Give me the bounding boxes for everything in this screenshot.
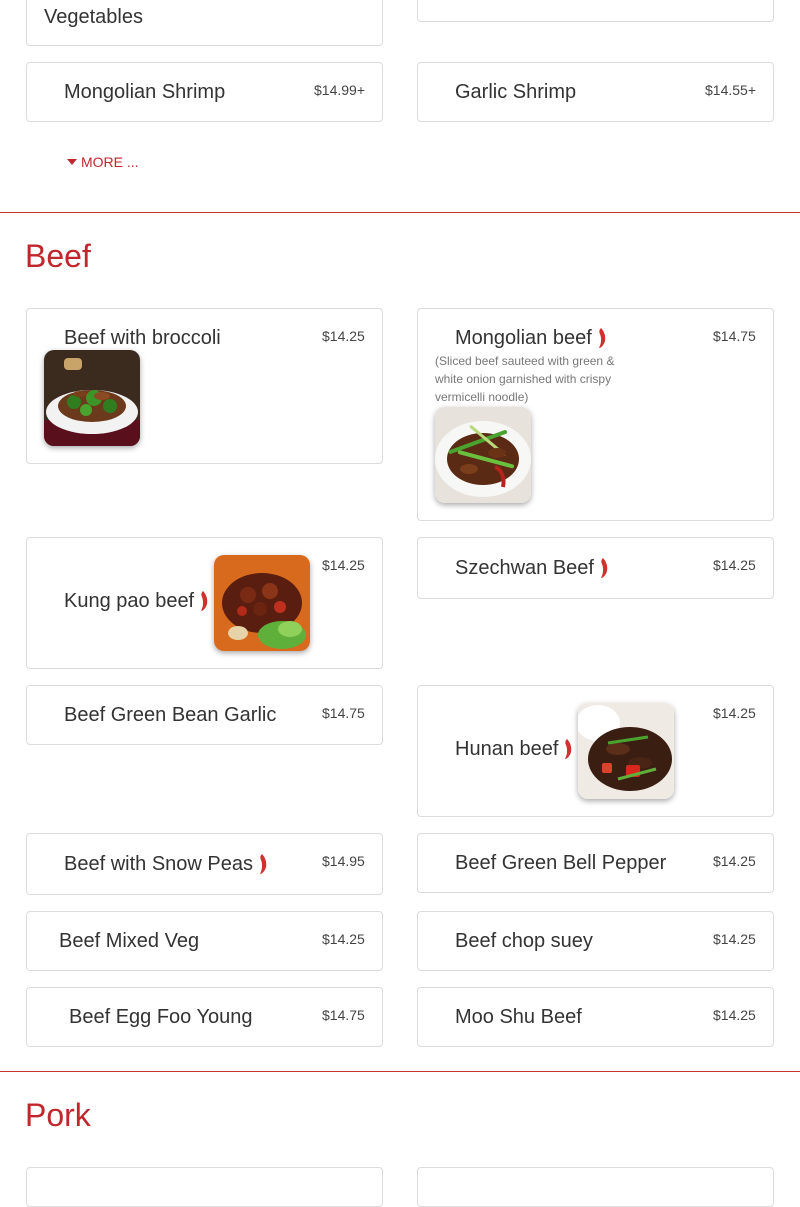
food-image [214,555,310,651]
item-price: $14.55+ [705,82,756,98]
menu-item-card-beef-chop-suey[interactable]: Beef chop suey $14.25 [417,911,774,971]
menu-item-card-beef-snow-peas[interactable]: Beef with Snow Peas $14.95 [26,833,383,895]
item-name: Hunan beef [455,737,573,761]
item-price: $14.95 [322,853,365,869]
chili-pepper-icon [260,854,267,874]
menu-item-card[interactable] [26,1167,383,1207]
item-price: $14.75 [322,705,365,721]
item-name: Mongolian beef [455,326,607,350]
menu-item-card[interactable]: Vegetables [26,0,383,46]
item-name: Beef Egg Foo Young [69,1006,253,1028]
chili-pepper-icon [201,591,208,611]
menu-item-card-moo-shu-beef[interactable]: Moo Shu Beef $14.25 [417,987,774,1047]
item-name: Moo Shu Beef [455,1006,582,1028]
section-divider [0,1071,800,1072]
item-name: Kung pao beef [64,589,209,613]
chili-pepper-icon [600,558,608,578]
menu-item-card[interactable] [417,0,774,22]
item-name: Beef Green Bean Garlic [64,704,277,726]
item-name: Beef with Snow Peas [64,852,268,876]
menu-item-card-kung-pao-beef[interactable]: Kung pao beef $14.25 [26,537,383,669]
item-price: $14.25 [713,705,756,721]
item-price: $14.75 [322,1007,365,1023]
menu-item-card-hunan-beef[interactable]: Hunan beef $14.25 [417,685,774,817]
menu-item-card-beef-green-bean-garlic[interactable]: Beef Green Bean Garlic $14.75 [26,685,383,745]
item-price: $14.25 [713,853,756,869]
item-price: $14.25 [322,328,365,344]
item-price: $14.25 [322,557,365,573]
item-name: Beef with broccoli [64,327,221,349]
menu-item-card-mongolian-shrimp[interactable]: Mongolian Shrimp $14.99+ [26,62,383,122]
item-price: $14.25 [713,1007,756,1023]
item-price: $14.99+ [314,82,365,98]
item-description: (Sliced beef sauteed with green & white … [435,354,615,404]
item-price: $14.25 [322,931,365,947]
more-label: MORE ... [81,154,139,170]
item-name: Garlic Shrimp [455,81,577,103]
menu-item-card-beef-broccoli[interactable]: Beef with broccoli $14.25 [26,308,383,464]
item-name: Beef chop suey [455,930,593,952]
item-name-text: Szechwan Beef [455,557,594,579]
item-price: $14.25 [713,557,756,573]
item-price: $14.25 [713,931,756,947]
menu-item-card[interactable] [417,1167,774,1207]
menu-item-card-garlic-shrimp[interactable]: Garlic Shrimp $14.55+ [417,62,774,122]
section-divider [0,212,800,213]
menu-item-card-beef-egg-foo-young[interactable]: Beef Egg Foo Young $14.75 [26,987,383,1047]
item-name: Mongolian Shrimp [64,81,226,103]
caret-down-icon [67,159,77,165]
item-name-text: Beef with Snow Peas [64,853,253,875]
food-image [435,407,531,503]
item-name-text: Mongolian beef [455,327,592,349]
item-name: Vegetables [44,6,143,28]
food-image [578,703,674,799]
menu-item-card-szechwan-beef[interactable]: Szechwan Beef $14.25 [417,537,774,599]
item-name: Szechwan Beef [455,556,609,580]
more-button[interactable]: MORE ... [67,154,139,170]
section-title-beef: Beef [25,238,91,274]
menu-item-card-beef-mixed-veg[interactable]: Beef Mixed Veg $14.25 [26,911,383,971]
item-name-text: Kung pao beef [64,590,195,612]
item-name-text: Hunan beef [455,738,559,760]
food-image [44,350,140,446]
item-name: Beef Mixed Veg [59,930,200,952]
section-title-pork: Pork [25,1097,91,1133]
item-price: $14.75 [713,328,756,344]
menu-item-card-beef-green-bell-pepper[interactable]: Beef Green Bell Pepper $14.25 [417,833,774,893]
item-name: Beef Green Bell Pepper [455,852,667,874]
chili-pepper-icon [598,328,606,348]
chili-pepper-icon [565,739,572,759]
menu-item-card-mongolian-beef[interactable]: Mongolian beef $14.75 (Sliced beef saute… [417,308,774,521]
